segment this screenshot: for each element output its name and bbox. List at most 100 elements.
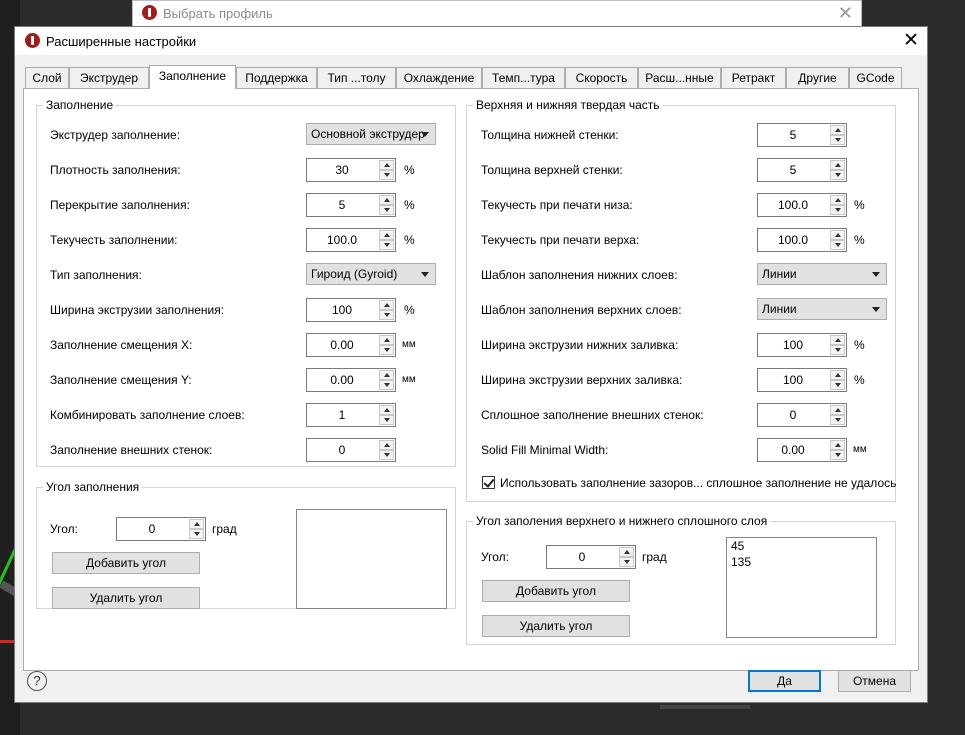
spin-up-icon[interactable] <box>379 160 394 170</box>
ok-button[interactable]: Да <box>748 670 821 692</box>
top-thickness-stepper[interactable]: 5 <box>757 158 847 182</box>
spin-up-icon[interactable] <box>830 370 845 380</box>
tab-infill[interactable]: Заполнение <box>149 65 236 89</box>
min-width-label: Solid Fill Minimal Width: <box>481 443 609 457</box>
unit-label: град <box>212 522 237 536</box>
spin-down-icon[interactable] <box>830 170 845 180</box>
top-width-stepper[interactable]: 100 <box>757 368 847 392</box>
min-width-stepper[interactable]: 0.00 <box>757 438 847 462</box>
tab-retract[interactable]: Ретракт <box>721 67 786 88</box>
spin-up-icon[interactable] <box>619 547 634 557</box>
spin-up-icon[interactable] <box>189 519 204 529</box>
spin-up-icon[interactable] <box>830 440 845 450</box>
spin-up-icon[interactable] <box>830 125 845 135</box>
tab-extruder[interactable]: Экструдер <box>69 67 149 88</box>
viewport-shadow <box>660 705 750 709</box>
bottom-flow-stepper[interactable]: 100.0 <box>757 193 847 217</box>
infill-angle-group: Угол заполнения Угол: 0 град Добавить уг… <box>36 480 456 609</box>
close-icon[interactable]: ✕ <box>838 3 853 24</box>
gap-fill-checkbox-label[interactable]: Использовать заполнение зазоров... сплош… <box>500 476 896 490</box>
infill-outer-walls-stepper[interactable]: 0 <box>306 438 396 462</box>
remove-solid-angle-button[interactable]: Удалить угол <box>482 615 630 637</box>
tab-temperature[interactable]: Темп...тура <box>482 67 565 88</box>
spin-down-icon[interactable] <box>189 529 204 539</box>
spin-down-icon[interactable] <box>830 135 845 145</box>
spin-down-icon[interactable] <box>379 170 394 180</box>
spin-down-icon[interactable] <box>830 205 845 215</box>
spin-down-icon[interactable] <box>379 310 394 320</box>
tab-extended[interactable]: Расш...нные <box>638 67 721 88</box>
bottom-thickness-stepper[interactable]: 5 <box>757 123 847 147</box>
top-pattern-select[interactable]: Линии <box>757 298 887 320</box>
infill-overlap-stepper[interactable]: 5 <box>306 193 396 217</box>
cancel-button[interactable]: Отмена <box>838 670 911 692</box>
spin-down-icon[interactable] <box>830 380 845 390</box>
infill-extruder-select[interactable]: Основной экструдер <box>306 123 436 145</box>
spin-up-icon[interactable] <box>379 300 394 310</box>
tab-gcode[interactable]: GCode <box>849 67 902 88</box>
spin-up-icon[interactable] <box>830 405 845 415</box>
spin-up-icon[interactable] <box>830 195 845 205</box>
solid-angle-list[interactable]: 45 135 <box>726 537 877 638</box>
spin-down-icon[interactable] <box>379 380 394 390</box>
infill-combine-label: Комбинировать заполнение слоев: <box>50 408 245 422</box>
add-infill-angle-button[interactable]: Добавить угол <box>52 552 200 574</box>
list-item[interactable]: 45 <box>727 538 876 554</box>
add-solid-angle-button[interactable]: Добавить угол <box>482 580 630 602</box>
spin-down-icon[interactable] <box>379 345 394 355</box>
spin-down-icon[interactable] <box>379 205 394 215</box>
solid-angle-group: Угол заполения верхнего и нижнего сплошн… <box>466 514 896 645</box>
spin-down-icon[interactable] <box>379 240 394 250</box>
unit-label: % <box>854 198 865 212</box>
bottom-width-label: Ширина экструзии нижних заливка: <box>481 338 679 352</box>
bottom-pattern-label: Шаблон заполнения нижних слоев: <box>481 268 678 282</box>
bottom-pattern-select[interactable]: Линии <box>757 263 887 285</box>
help-icon[interactable]: ? <box>27 671 47 691</box>
tab-build-plate[interactable]: Тип ...толу <box>317 67 396 88</box>
spin-down-icon[interactable] <box>830 240 845 250</box>
list-item[interactable]: 135 <box>727 554 876 570</box>
spin-down-icon[interactable] <box>379 415 394 425</box>
spin-down-icon[interactable] <box>830 415 845 425</box>
outer-solid-stepper[interactable]: 0 <box>757 403 847 427</box>
top-flow-stepper[interactable]: 100.0 <box>757 228 847 252</box>
spin-down-icon[interactable] <box>619 557 634 567</box>
spin-up-icon[interactable] <box>830 230 845 240</box>
tab-layer[interactable]: Слой <box>25 67 69 88</box>
solid-angle-stepper[interactable]: 0 <box>546 545 636 569</box>
tab-cooling[interactable]: Охлаждение <box>396 67 482 88</box>
unit-label: мм <box>853 444 867 455</box>
tab-speed[interactable]: Скорость <box>565 67 638 88</box>
spin-up-icon[interactable] <box>379 230 394 240</box>
spin-down-icon[interactable] <box>379 450 394 460</box>
spin-up-icon[interactable] <box>830 335 845 345</box>
infill-angle-list[interactable] <box>296 509 447 609</box>
gap-fill-checkbox[interactable] <box>482 476 495 489</box>
spin-up-icon[interactable] <box>379 335 394 345</box>
spin-up-icon[interactable] <box>830 160 845 170</box>
infill-width-stepper[interactable]: 100 <box>306 298 396 322</box>
solid-angle-label: Угол: <box>481 550 509 564</box>
infill-combine-stepper[interactable]: 1 <box>306 403 396 427</box>
bottom-width-stepper[interactable]: 100 <box>757 333 847 357</box>
spin-up-icon[interactable] <box>379 405 394 415</box>
infill-type-select[interactable]: Гироид (Gyroid) <box>306 263 436 285</box>
infill-angle-stepper[interactable]: 0 <box>116 517 206 541</box>
spin-down-icon[interactable] <box>830 345 845 355</box>
spin-down-icon[interactable] <box>830 450 845 460</box>
spin-up-icon[interactable] <box>379 370 394 380</box>
tab-support[interactable]: Поддержка <box>236 67 317 88</box>
infill-flow-label: Текучесть заполнении: <box>50 233 178 247</box>
infill-density-stepper[interactable]: 30 <box>306 158 396 182</box>
infill-offset-x-stepper[interactable]: 0.00 <box>306 333 396 357</box>
advanced-settings-dialog: Расширенные настройки ✕ Слой Экструдер З… <box>14 26 928 703</box>
spin-up-icon[interactable] <box>379 195 394 205</box>
tab-other[interactable]: Другие <box>786 67 849 88</box>
unit-label: % <box>404 233 415 247</box>
infill-flow-stepper[interactable]: 100.0 <box>306 228 396 252</box>
remove-infill-angle-button[interactable]: Удалить угол <box>52 587 200 609</box>
infill-offset-y-stepper[interactable]: 0.00 <box>306 368 396 392</box>
close-icon[interactable]: ✕ <box>903 29 919 52</box>
spin-up-icon[interactable] <box>379 440 394 450</box>
back-window-title: Выбрать профиль <box>163 6 273 21</box>
